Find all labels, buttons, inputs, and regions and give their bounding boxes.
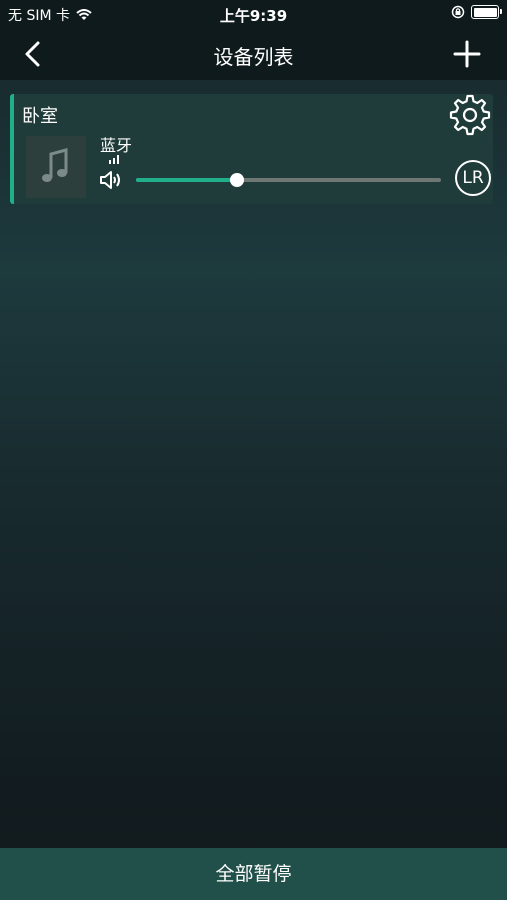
gear-icon: [449, 94, 491, 136]
status-time: 上午9:39: [219, 7, 288, 25]
album-art: [26, 136, 86, 198]
plus-icon: [453, 40, 481, 68]
source-label: 蓝牙: [100, 136, 133, 155]
device-name: 卧室: [22, 106, 58, 127]
status-right: [451, 5, 502, 19]
nav-bar: 设备列表: [0, 28, 507, 80]
volume-thumb[interactable]: [229, 173, 244, 187]
status-bar: 无 SIM 卡 上午9:39: [0, 0, 507, 28]
settings-button[interactable]: [449, 94, 491, 136]
orientation-lock-icon: [451, 5, 465, 19]
volume-slider[interactable]: [136, 173, 441, 187]
signal-icon: [109, 155, 119, 164]
add-device-button[interactable]: [451, 38, 483, 70]
speaker-icon[interactable]: [98, 168, 124, 192]
page-title: 设备列表: [213, 45, 294, 69]
device-card[interactable]: 卧室 蓝牙 LR: [10, 94, 493, 204]
battery-icon: [471, 5, 502, 19]
volume-fill: [136, 178, 237, 182]
channel-button[interactable]: LR: [455, 160, 491, 196]
music-note-icon: [42, 148, 68, 182]
pause-all-button[interactable]: 全部暂停: [0, 848, 507, 900]
